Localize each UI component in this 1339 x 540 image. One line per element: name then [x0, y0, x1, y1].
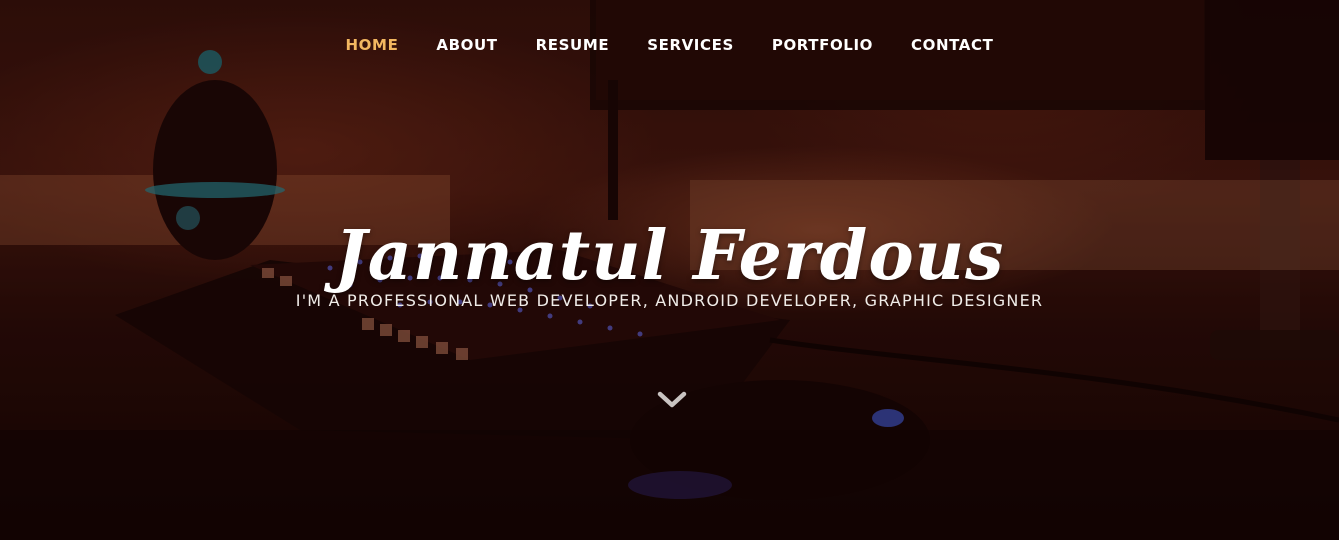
nav-item-resume: RESUME	[536, 36, 610, 55]
hero-name: Jannatul Ferdous	[334, 215, 1005, 296]
main-navigation: HOME ABOUT RESUME SERVICES PORTFOLIO CON…	[0, 0, 1339, 90]
nav-item-contact: CONTACT	[911, 36, 993, 55]
hero-tagline: I'M A PROFESSIONAL WEB DEVELOPER, ANDROI…	[295, 291, 1044, 310]
nav-link-resume[interactable]: RESUME	[536, 36, 610, 54]
nav-link-about[interactable]: ABOUT	[436, 36, 497, 54]
chevron-down-icon	[657, 391, 687, 408]
nav-link-portfolio[interactable]: PORTFOLIO	[772, 36, 873, 54]
scroll-down-button[interactable]	[655, 386, 689, 414]
nav-link-home[interactable]: HOME	[346, 36, 399, 54]
nav-link-contact[interactable]: CONTACT	[911, 36, 993, 54]
hero-section: HOME ABOUT RESUME SERVICES PORTFOLIO CON…	[0, 0, 1339, 540]
nav-item-about: ABOUT	[436, 36, 497, 55]
nav-item-portfolio: PORTFOLIO	[772, 36, 873, 55]
nav-link-services[interactable]: SERVICES	[647, 36, 734, 54]
nav-item-home: HOME	[346, 36, 399, 55]
nav-menu: HOME ABOUT RESUME SERVICES PORTFOLIO CON…	[327, 36, 1013, 55]
nav-item-services: SERVICES	[647, 36, 734, 55]
